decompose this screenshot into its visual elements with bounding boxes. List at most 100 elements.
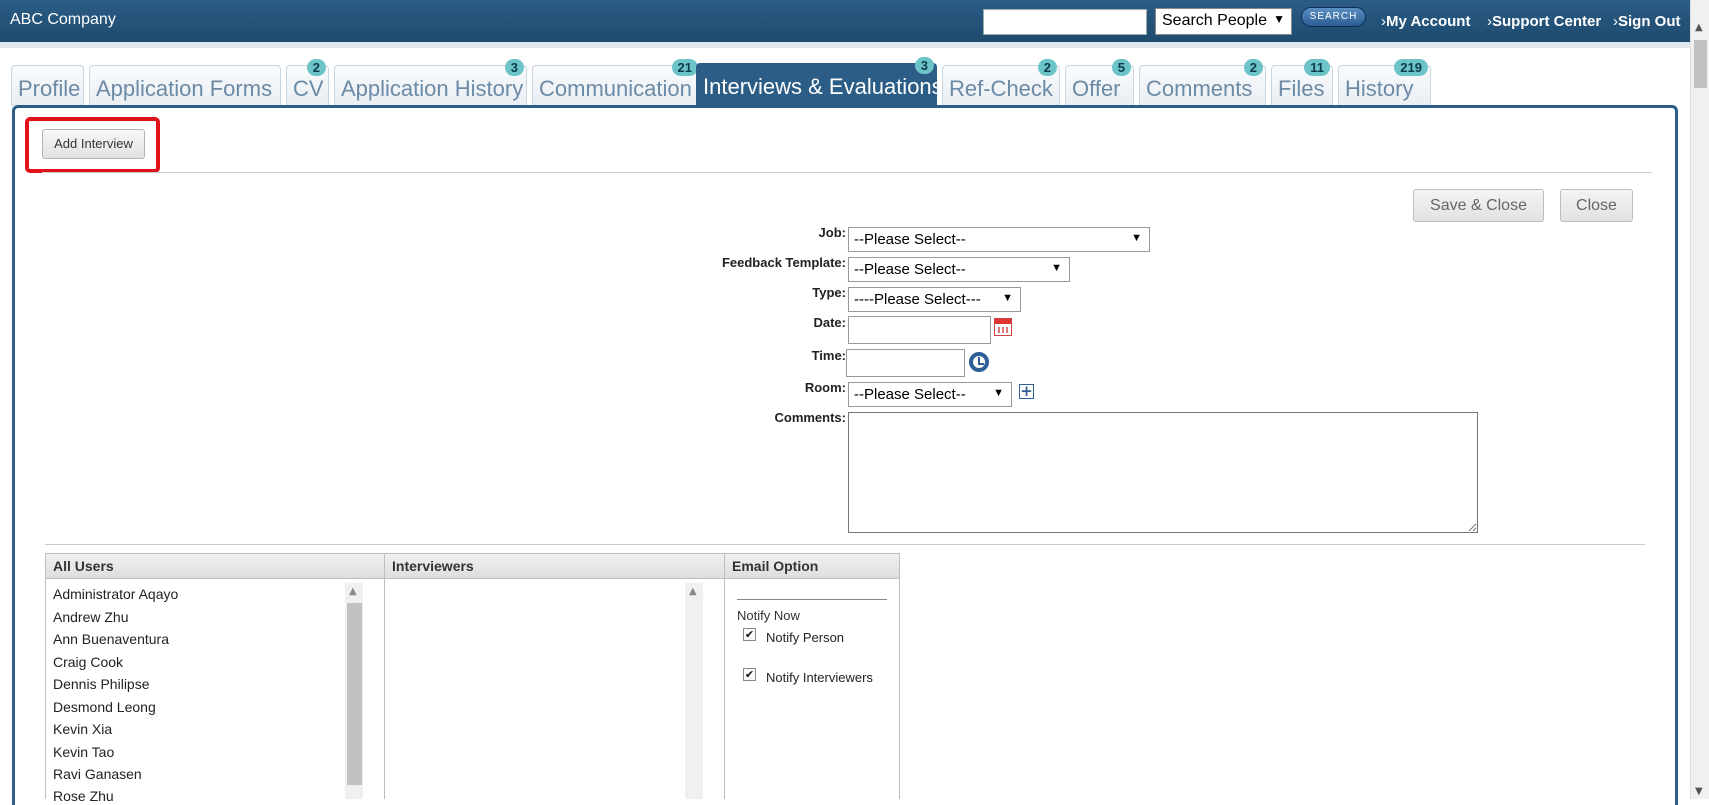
count-badge: 21 xyxy=(671,59,698,76)
all-users-header: All Users xyxy=(45,553,385,579)
tab-label: Communication xyxy=(539,76,692,101)
type-select-value: ----Please Select--- xyxy=(854,291,981,308)
list-item[interactable]: Ravi Ganasen xyxy=(53,766,142,782)
notify-divider xyxy=(737,599,887,600)
room-select[interactable]: --Please Select-- ▼ xyxy=(848,382,1012,407)
list-item[interactable]: Dennis Philipse xyxy=(53,676,150,692)
add-room-icon[interactable]: + xyxy=(1019,384,1034,399)
list-item[interactable]: Rose Zhu xyxy=(53,788,114,804)
calendar-icon[interactable] xyxy=(994,318,1012,336)
job-select[interactable]: --Please Select-- ▼ xyxy=(848,227,1150,252)
chevron-down-icon: ▼ xyxy=(993,387,1004,399)
search-scope-select[interactable]: Search People ▼ xyxy=(1155,8,1292,35)
support-center-link[interactable]: Support Center xyxy=(1487,13,1601,30)
tab-label: Comments xyxy=(1146,76,1253,101)
top-header: ABC Company Search People ▼ SEARCH My Ac… xyxy=(0,0,1690,42)
count-badge: 3 xyxy=(914,57,934,74)
tab-label: Application Forms xyxy=(96,76,273,101)
tab-application-history[interactable]: Application History 3 xyxy=(334,59,527,106)
email-option-panel: Notify Now ✔ Notify Person ✔ Notify Inte… xyxy=(724,579,900,799)
tab-ref-check[interactable]: Ref-Check 2 xyxy=(942,59,1060,106)
list-item[interactable]: Kevin Tao xyxy=(53,744,114,760)
tab-interviews-evaluations[interactable]: Interviews & Evaluations 3 xyxy=(696,57,943,107)
sign-out-link[interactable]: Sign Out xyxy=(1613,13,1681,30)
count-badge: 3 xyxy=(504,59,524,76)
count-badge: 2 xyxy=(1243,59,1263,76)
feedback-template-select[interactable]: --Please Select-- ▼ xyxy=(848,257,1070,282)
list-item[interactable]: Administrator Aqayo xyxy=(53,586,178,602)
scrollbar-thumb[interactable] xyxy=(1694,40,1707,88)
notify-person-checkbox[interactable]: ✔ xyxy=(743,628,756,641)
tab-cv[interactable]: CV 2 xyxy=(286,59,329,106)
save-close-button[interactable]: Save & Close xyxy=(1413,189,1544,222)
tab-label: Profile xyxy=(18,76,81,101)
comments-textarea[interactable] xyxy=(848,412,1478,533)
time-input[interactable] xyxy=(846,349,965,377)
header-divider xyxy=(0,42,1690,48)
tab-files[interactable]: Files 11 xyxy=(1271,59,1333,106)
email-option-header: Email Option xyxy=(724,553,900,579)
clock-icon[interactable] xyxy=(969,352,989,372)
tab-label: History xyxy=(1345,76,1414,101)
tab-label: Offer xyxy=(1072,76,1121,101)
all-users-scrollbar[interactable]: ▲ xyxy=(345,583,363,799)
my-account-link[interactable]: My Account xyxy=(1381,13,1470,30)
tab-label: Files xyxy=(1278,76,1325,101)
count-badge: 2 xyxy=(306,59,326,76)
feedback-template-label: Feedback Template: xyxy=(721,255,846,270)
toolbar-divider xyxy=(42,172,1652,173)
tab-application-forms[interactable]: Application Forms xyxy=(89,65,281,106)
list-item[interactable]: Craig Cook xyxy=(53,654,123,670)
room-label: Room: xyxy=(804,380,846,395)
date-label: Date: xyxy=(813,315,846,330)
scroll-down-icon[interactable]: ▼ xyxy=(1695,786,1703,797)
search-input[interactable] xyxy=(983,9,1147,35)
interviewers-header: Interviewers xyxy=(384,553,725,579)
room-select-value: --Please Select-- xyxy=(854,386,966,403)
tab-label: Interviews & Evaluations xyxy=(703,74,943,99)
type-label: Type: xyxy=(812,285,846,300)
count-badge: 219 xyxy=(1394,59,1428,76)
list-item[interactable]: Kevin Xia xyxy=(53,721,112,737)
count-badge: 5 xyxy=(1111,59,1131,76)
job-select-value: --Please Select-- xyxy=(854,231,966,248)
page-scrollbar[interactable]: ▲ ▼ xyxy=(1690,0,1709,799)
tab-label: CV xyxy=(293,76,324,101)
list-item[interactable]: Andrew Zhu xyxy=(53,609,128,625)
tab-profile[interactable]: Profile xyxy=(11,65,84,106)
interviewers-scrollbar[interactable]: ▲ xyxy=(685,583,703,799)
tab-label: Ref-Check xyxy=(949,76,1053,101)
time-label: Time: xyxy=(811,348,846,363)
company-brand[interactable]: ABC Company xyxy=(10,11,116,29)
add-interview-button[interactable]: Add Interview xyxy=(42,129,145,159)
notify-now-title: Notify Now xyxy=(737,608,800,623)
chevron-down-icon: ▼ xyxy=(1051,262,1062,274)
tab-label: Application History xyxy=(341,76,524,101)
feedback-template-value: --Please Select-- xyxy=(854,261,966,278)
tab-history[interactable]: History 219 xyxy=(1338,59,1431,106)
tab-offer[interactable]: Offer 5 xyxy=(1065,59,1134,106)
count-badge: 11 xyxy=(1304,59,1330,76)
search-button[interactable]: SEARCH xyxy=(1301,7,1366,27)
comments-label: Comments: xyxy=(774,410,846,425)
type-select[interactable]: ----Please Select--- ▼ xyxy=(848,287,1021,312)
scroll-up-icon[interactable]: ▲ xyxy=(349,586,357,597)
scrollbar-thumb[interactable] xyxy=(347,603,362,785)
date-input[interactable] xyxy=(848,316,991,344)
scroll-up-icon[interactable]: ▲ xyxy=(689,586,697,597)
form-divider xyxy=(45,544,1645,545)
notify-interviewers-checkbox[interactable]: ✔ xyxy=(743,668,756,681)
all-users-list[interactable]: Administrator Aqayo Andrew Zhu Ann Buena… xyxy=(45,579,385,804)
tab-communication[interactable]: Communication 21 xyxy=(532,59,701,106)
chevron-down-icon: ▼ xyxy=(1273,12,1285,26)
list-item[interactable]: Ann Buenaventura xyxy=(53,631,169,647)
search-scope-value: Search People xyxy=(1162,12,1267,29)
list-item[interactable]: Desmond Leong xyxy=(53,699,156,715)
chevron-down-icon: ▼ xyxy=(1131,232,1142,244)
notify-person-label: Notify Person xyxy=(766,630,845,645)
interviewers-list[interactable]: ▲ xyxy=(384,579,725,799)
chevron-down-icon: ▼ xyxy=(1002,292,1013,304)
close-button[interactable]: Close xyxy=(1560,189,1633,222)
tab-comments[interactable]: Comments 2 xyxy=(1139,59,1266,106)
scroll-up-icon[interactable]: ▲ xyxy=(1695,22,1703,33)
